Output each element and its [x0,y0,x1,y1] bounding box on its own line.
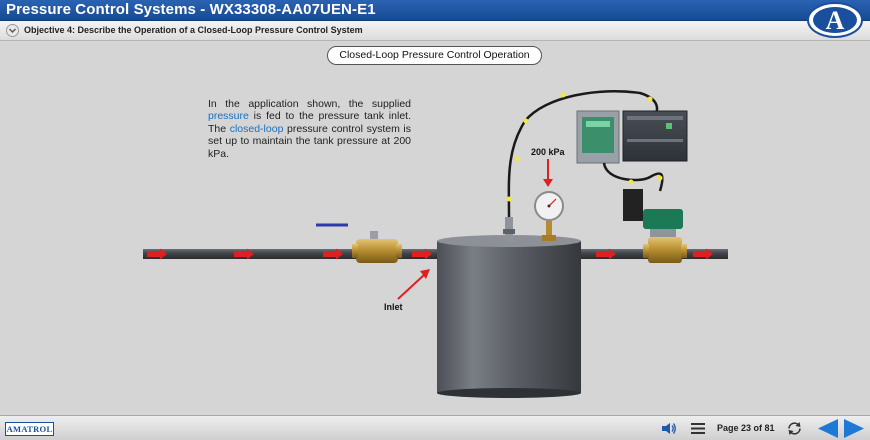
gauge-reading-label: 200 kPa [531,147,565,157]
objective-text: Objective 4: Describe the Operation of a… [24,25,363,35]
valve-cable [602,162,664,192]
gauge-pointer-arrow [543,159,553,187]
arrow-left-icon[interactable] [817,418,839,439]
pressure-tank [437,235,581,398]
hmi-panel [576,110,620,164]
inlet-label: Inlet [384,302,403,312]
menu-icon[interactable] [691,422,705,435]
title-bar: Pressure Control Systems - WX33308-AA07U… [0,0,870,21]
amatrol-brand: AMATROL [5,422,54,436]
footer-bar: AMATROL Page 23 of 81 [0,415,870,440]
arrow-right-icon[interactable] [843,418,865,439]
objective-bar: Objective 4: Describe the Operation of a… [0,21,870,41]
speaker-icon[interactable] [661,422,677,435]
plc-controller [622,110,688,162]
logo-letter: A [826,6,845,35]
pressure-gauge [534,191,564,241]
inlet-pointer-arrow [397,269,430,300]
lesson-content: Closed-Loop Pressure Control Operation I… [0,41,870,415]
amatrol-logo: A [806,1,864,39]
reload-icon[interactable] [786,420,803,437]
app-window: Pressure Control Systems - WX33308-AA07U… [0,0,870,440]
pressure-system-illustration [143,90,728,398]
window-title: Pressure Control Systems - WX33308-AA07U… [6,1,376,18]
page-indicator: Page 23 of 81 [717,423,775,433]
objective-toggle-button[interactable] [6,24,19,37]
chevron-down-icon [9,28,16,33]
